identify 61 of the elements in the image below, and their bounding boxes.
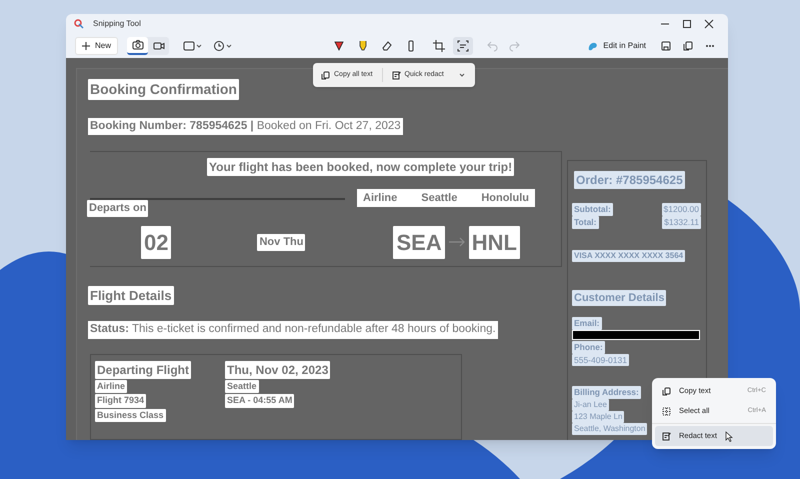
card-number-text: VISA XXXX XXXX XXXX 3564 — [572, 250, 686, 262]
card-text: Seattle — [225, 380, 259, 394]
copy-icon — [321, 70, 330, 80]
rectangle-dropdown-icon[interactable] — [183, 40, 204, 52]
amount-label: Total: — [572, 216, 599, 228]
copy-icon — [662, 386, 671, 396]
copy-icon[interactable] — [683, 41, 693, 51]
highlighter-icon — [357, 40, 370, 52]
window-title: Snipping Tool — [93, 18, 141, 30]
mouse-pointer-icon — [725, 431, 733, 442]
booking-number-text: Booking Number: 785954625 | Booked on Fri. Oct 27, 2023 — [88, 118, 403, 136]
address-text: 123 Maple Ln — [572, 411, 624, 423]
text-scan-tool[interactable] — [453, 37, 474, 55]
crop-icon — [433, 40, 446, 52]
plus-icon — [82, 42, 90, 50]
select-all-icon — [662, 406, 671, 416]
customer-heading: Customer Details — [572, 290, 666, 306]
address-text: Seattle, Washington — [572, 423, 648, 435]
eraser-icon — [381, 40, 394, 52]
amount-value: $1200.00 — [662, 203, 701, 216]
departs-label: Departs on — [87, 200, 148, 217]
phone-text: 555-409-0131 — [572, 354, 629, 366]
route-header-label: Airline — [363, 191, 398, 206]
redact-icon — [662, 432, 671, 440]
redact-icon — [392, 70, 401, 80]
capture-mode-tab[interactable] — [127, 37, 148, 55]
text-scan-icon — [457, 40, 470, 52]
heading: Booking Confirmation — [88, 79, 239, 100]
route-header-label: Seattle — [421, 191, 458, 206]
banner-text: Your flight has been booked, now complete your trip! — [207, 158, 514, 176]
field-label: Email: — [572, 317, 602, 330]
heading: Flight Details — [88, 286, 174, 306]
card-text: Business Class — [95, 408, 166, 422]
amount-label: Subtotal: — [572, 203, 613, 216]
airport-code: SEA — [393, 226, 445, 259]
video-camera-icon — [152, 40, 165, 52]
camera-icon — [132, 39, 144, 51]
save-icon[interactable] — [661, 41, 671, 51]
amount-value: $1332.11 — [662, 216, 701, 228]
app-logo-icon — [74, 19, 84, 29]
field-label: Phone: — [572, 340, 605, 354]
arrow-icon — [448, 237, 466, 248]
card-text: SEA - 04:55 AM — [225, 394, 294, 408]
maximize-icon[interactable] — [682, 19, 692, 29]
chevron-down-icon[interactable] — [458, 71, 466, 79]
close-icon[interactable] — [704, 19, 714, 29]
status-text: Status: This e-ticket is confirmed and non-refundable after 48 hours of booking. — [88, 321, 498, 339]
route-header-label: Honolulu — [481, 191, 529, 206]
clock-dropdown-icon[interactable] — [213, 40, 234, 52]
new-button[interactable]: New — [75, 37, 118, 55]
card-text: Flight 7934 — [95, 394, 146, 408]
day-number: 02 — [141, 226, 172, 259]
card-text: Airline — [95, 380, 128, 394]
month-weekday-text: Nov Thu — [257, 234, 306, 250]
airport-code: HNL — [468, 226, 520, 259]
card-heading: Departing Flight — [95, 360, 191, 379]
edit-in-paint-button[interactable]: Edit in Paint — [587, 40, 646, 52]
order-heading: Order: #785954625 — [574, 171, 685, 189]
field-label: Billing Address: — [572, 386, 641, 399]
card-date: Thu, Nov 02, 2023 — [225, 360, 330, 379]
address-text: Ji-an Lee — [572, 399, 609, 411]
